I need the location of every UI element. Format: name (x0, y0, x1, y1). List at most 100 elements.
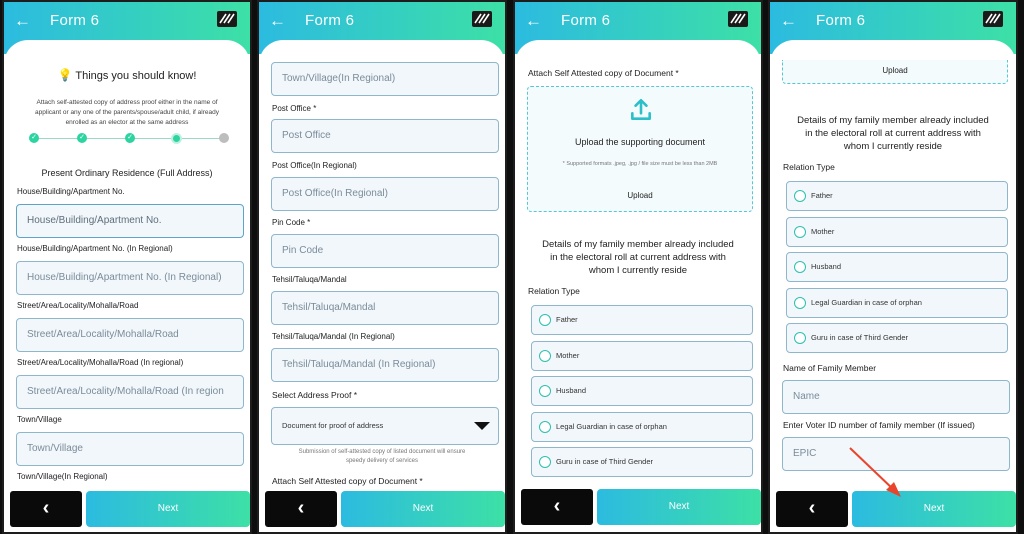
tehsil-regional-label: Tehsil/Taluqa/Mandal (In Regional) (272, 332, 395, 341)
upload-dropzone[interactable]: Upload the supporting document * Support… (527, 86, 753, 212)
screen-1: ← Form 6 💡 Things you should know! Attac… (2, 0, 252, 534)
next-button[interactable]: Next (86, 491, 250, 527)
pin-code-label: Pin Code * (272, 218, 311, 227)
radio-circle-icon (539, 385, 551, 397)
page-title: Form 6 (561, 12, 611, 29)
radio-circle-icon (794, 297, 806, 309)
town-label: Town/Village (17, 415, 62, 424)
back-arrow-icon[interactable]: ← (14, 11, 31, 31)
upload-dropzone-bottom[interactable]: Upload (782, 60, 1008, 84)
dropdown-triangle-icon (474, 422, 490, 430)
step-2-check-icon: ✓ (77, 133, 87, 143)
upload-note: * Supported formats .jpeg, .jpg / file s… (562, 161, 718, 167)
house-label: House/Building/Apartment No. (17, 187, 125, 196)
relation-option-guru[interactable]: Guru in case of Third Gender (786, 323, 1008, 353)
step-5-pending-icon (219, 133, 229, 143)
attach-label: Attach Self Attested copy of Document * (272, 476, 423, 486)
relation-option-mother[interactable]: Mother (786, 217, 1008, 247)
epic-input[interactable]: EPIC (782, 437, 1010, 471)
family-info-text: Details of my family member already incl… (542, 239, 734, 276)
eci-logo-icon (983, 11, 1003, 27)
radio-circle-icon (539, 350, 551, 362)
attach-label: Attach Self Attested copy of Document * (528, 68, 679, 78)
previous-button[interactable]: ‹ (265, 491, 337, 527)
form-body: 💡 Things you should know! Attach self-at… (4, 40, 250, 532)
form-body: Upload Details of my family member alrea… (770, 40, 1016, 532)
eci-logo-icon (217, 11, 237, 27)
back-arrow-icon[interactable]: ← (525, 11, 542, 31)
relation-type-label: Relation Type (528, 286, 580, 296)
tehsil-input[interactable]: Tehsil/Taluqa/Mandal (271, 291, 499, 325)
page-title: Form 6 (305, 12, 355, 29)
town-input[interactable]: Town/Village (16, 432, 244, 466)
radio-circle-icon (794, 332, 806, 344)
info-text: Attach self-attested copy of address pro… (35, 99, 219, 126)
relation-option-husband[interactable]: Husband (786, 252, 1008, 282)
relation-option-legal-guardian[interactable]: Legal Guardian in case of orphan (786, 288, 1008, 318)
town-regional-label: Town/Village(In Regional) (17, 472, 108, 481)
family-member-name-input[interactable]: Name (782, 380, 1010, 414)
family-member-name-label: Name of Family Member (783, 363, 877, 373)
tehsil-label: Tehsil/Taluqa/Mandal (272, 275, 347, 284)
street-label: Street/Area/Locality/Mohalla/Road (17, 301, 139, 310)
radio-circle-icon (539, 314, 551, 326)
radio-circle-icon (539, 421, 551, 433)
next-button[interactable]: Next (597, 489, 761, 525)
address-proof-label: Select Address Proof * (272, 390, 358, 400)
app-screenshot: ← Form 6 💡 Things you should know! Attac… (0, 0, 1024, 534)
lightbulb-icon: 💡 (57, 68, 73, 82)
relation-option-husband[interactable]: Husband (531, 376, 753, 406)
screen-2: ← Form 6 Town/Village(In Regional) Post … (257, 0, 507, 534)
radio-circle-icon (794, 190, 806, 202)
relation-option-father[interactable]: Father (531, 305, 753, 335)
post-office-regional-label: Post Office(In Regional) (272, 161, 357, 170)
next-button[interactable]: Next (852, 491, 1016, 527)
previous-button[interactable]: ‹ (776, 491, 848, 527)
family-info-text: Details of my family member already incl… (797, 115, 989, 152)
step-3-check-icon: ✓ (125, 133, 135, 143)
previous-button[interactable]: ‹ (10, 491, 82, 527)
town-regional-input[interactable]: Town/Village(In Regional) (271, 62, 499, 96)
relation-option-mother[interactable]: Mother (531, 341, 753, 371)
relation-type-label: Relation Type (783, 162, 835, 172)
radio-circle-icon (794, 226, 806, 238)
post-office-regional-input[interactable]: Post Office(In Regional) (271, 177, 499, 211)
street-regional-input[interactable]: Street/Area/Locality/Mohalla/Road (In re… (16, 375, 244, 409)
house-input[interactable]: House/Building/Apartment No. (16, 204, 244, 238)
pin-code-input[interactable]: Pin Code (271, 234, 499, 268)
form-body: Attach Self Attested copy of Document * … (515, 40, 761, 532)
info-heading: 💡 Things you should know! (57, 68, 197, 82)
step-1-check-icon: ✓ (29, 133, 39, 143)
page-title: Form 6 (816, 12, 866, 29)
upload-icon (631, 98, 651, 120)
house-regional-label: House/Building/Apartment No. (In Regiona… (17, 244, 173, 253)
screen-4: ← Form 6 Upload Details of my family mem… (768, 0, 1018, 534)
form-body: Town/Village(In Regional) Post Office * … (259, 40, 505, 532)
radio-circle-icon (794, 261, 806, 273)
upload-title: Upload the supporting document (574, 137, 706, 147)
back-arrow-icon[interactable]: ← (269, 11, 286, 31)
epic-label: Enter Voter ID number of family member (… (783, 420, 975, 430)
previous-button[interactable]: ‹ (521, 489, 593, 525)
page-title: Form 6 (50, 12, 100, 29)
relation-option-father[interactable]: Father (786, 181, 1008, 211)
relation-option-legal-guardian[interactable]: Legal Guardian in case of orphan (531, 412, 753, 442)
street-regional-label: Street/Area/Locality/Mohalla/Road (In re… (17, 358, 184, 367)
screen-3: ← Form 6 Attach Self Attested copy of Do… (513, 0, 763, 534)
upload-button[interactable]: Upload (783, 66, 1007, 75)
post-office-input[interactable]: Post Office (271, 119, 499, 153)
tehsil-regional-input[interactable]: Tehsil/Taluqa/Mandal (In Regional) (271, 348, 499, 382)
upload-button[interactable]: Upload (528, 191, 752, 200)
eci-logo-icon (472, 11, 492, 27)
address-proof-note: Submission of self-attested copy of list… (298, 449, 466, 464)
step-4-current-icon (171, 133, 182, 144)
relation-option-guru[interactable]: Guru in case of Third Gender (531, 447, 753, 477)
street-input[interactable]: Street/Area/Locality/Mohalla/Road (16, 318, 244, 352)
address-proof-select[interactable]: Document for proof of address (271, 407, 499, 445)
post-office-label: Post Office * (272, 104, 317, 113)
back-arrow-icon[interactable]: ← (780, 11, 797, 31)
next-button[interactable]: Next (341, 491, 505, 527)
eci-logo-icon (728, 11, 748, 27)
house-regional-input[interactable]: House/Building/Apartment No. (In Regiona… (16, 261, 244, 295)
section-title: Present Ordinary Residence (Full Address… (41, 168, 213, 178)
